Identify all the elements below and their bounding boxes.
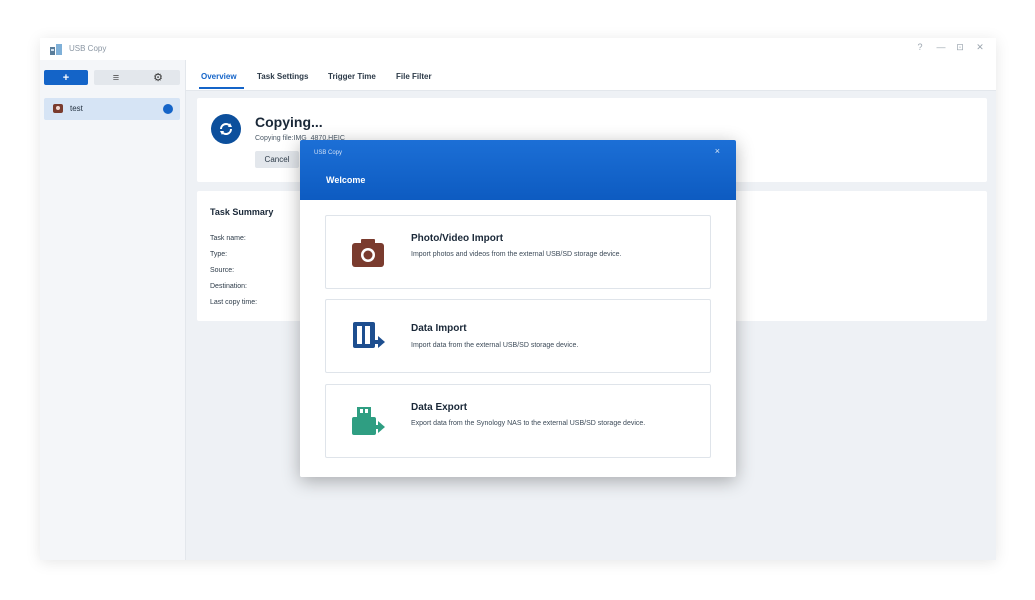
camera-icon — [352, 239, 384, 267]
data-import-icon — [353, 322, 385, 348]
photo-video-import-option[interactable]: Photo/Video Import Import photos and vid… — [325, 215, 711, 289]
option-title: Photo/Video Import — [411, 233, 504, 244]
dialog-header: USB Copy × Welcome — [300, 140, 736, 200]
option-title: Data Import — [411, 323, 467, 334]
dialog-app-title: USB Copy — [314, 150, 343, 156]
welcome-dialog: USB Copy × Welcome Photo/Video Import Im… — [300, 140, 736, 477]
modal-overlay: USB Copy × Welcome Photo/Video Import Im… — [0, 0, 1035, 600]
data-export-icon — [352, 407, 385, 435]
option-description: Import data from the external USB/SD sto… — [411, 342, 579, 349]
dialog-title: Welcome — [326, 175, 366, 185]
data-export-option[interactable]: Data Export Export data from the Synolog… — [325, 384, 711, 458]
option-description: Export data from the Synology NAS to the… — [411, 420, 646, 427]
close-icon[interactable]: × — [715, 146, 720, 156]
data-import-option[interactable]: Data Import Import data from the externa… — [325, 299, 711, 373]
option-title: Data Export — [411, 402, 468, 413]
dialog-body: Photo/Video Import Import photos and vid… — [300, 200, 736, 477]
option-description: Import photos and videos from the extern… — [411, 251, 622, 258]
